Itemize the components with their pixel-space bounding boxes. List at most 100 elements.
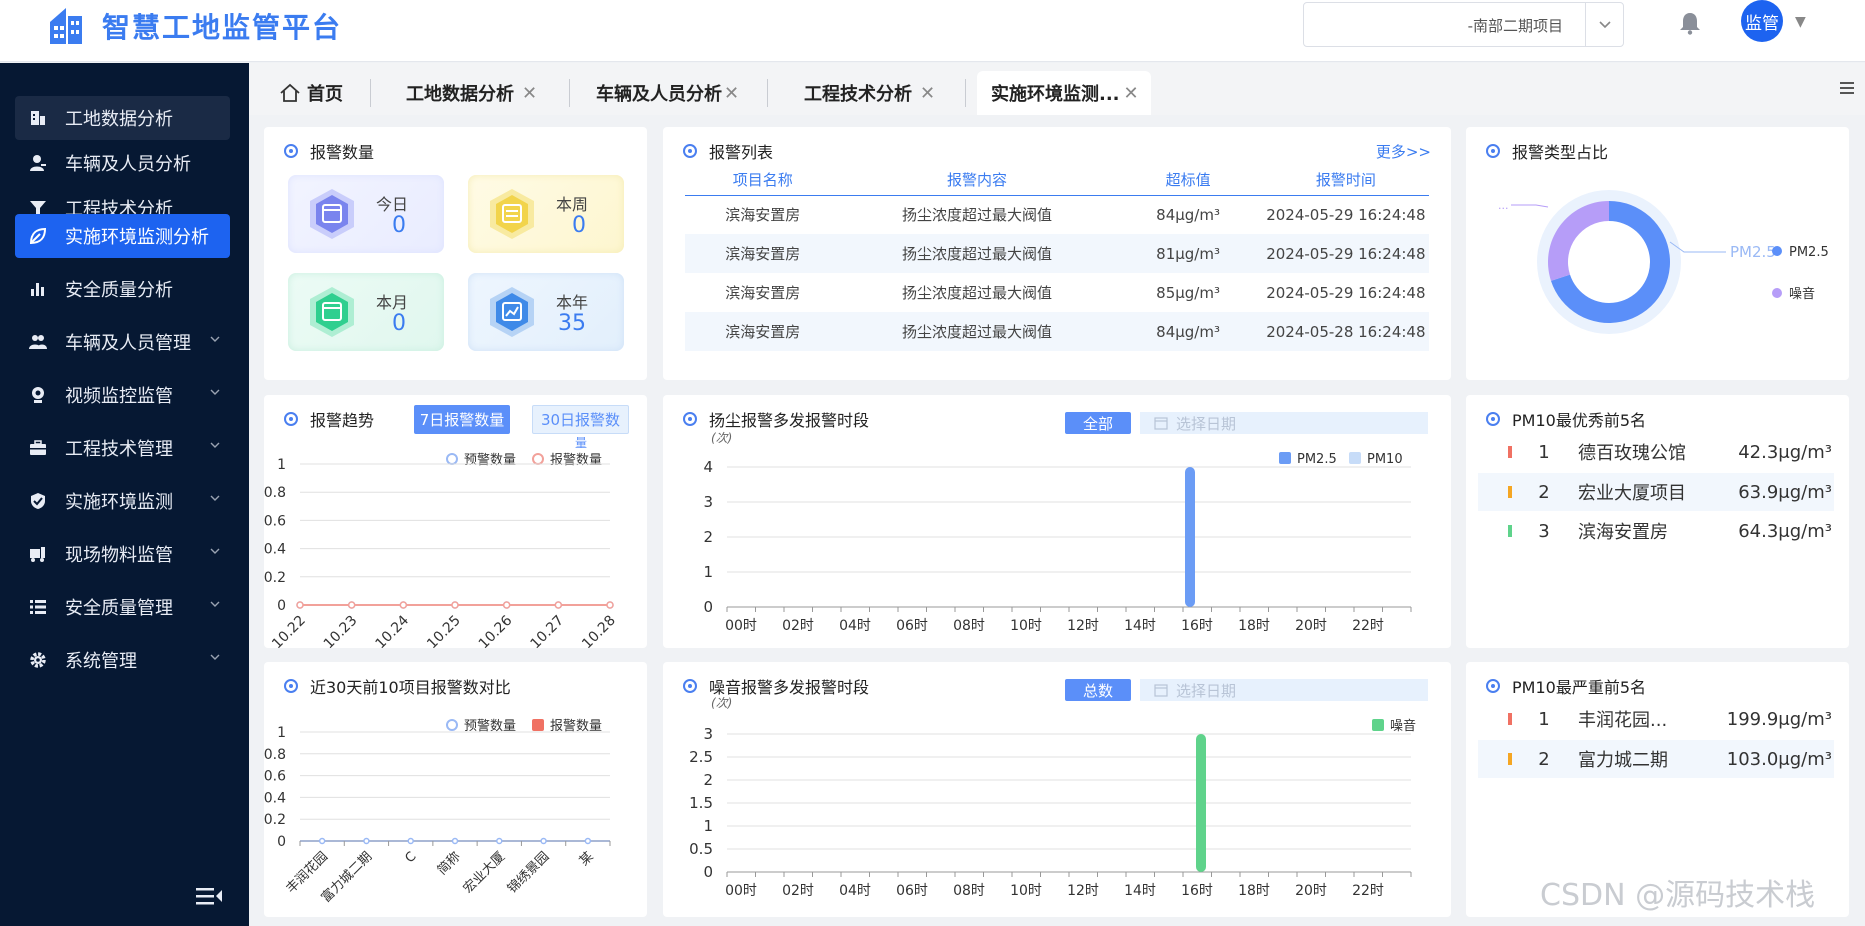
rank-number: 3 (1538, 520, 1550, 542)
card-title: PM10最严重前5名 (1486, 674, 1646, 698)
legend-label: 预警数量 (464, 452, 516, 468)
cell: 84μg/m³ (1113, 312, 1263, 351)
sidebar-item-site-data-analysis[interactable]: 工地数据分析 (15, 96, 230, 140)
legend-marker (1279, 452, 1291, 464)
tab-divider (569, 79, 570, 107)
user-menu-caret-icon[interactable]: ▼ (1795, 14, 1806, 30)
legend-marker (446, 453, 458, 465)
dust-period-card: 扬尘报警多发报警时段 全部 选择日期 (次) PM2.5 PM10 4 3 2 1 0 00时 0… (663, 395, 1451, 648)
data-point (451, 601, 459, 609)
table-row[interactable]: 滨海安置房 扬尘浓度超过最大阀值 85μg/m³ 2024-05-29 16:24:4… (685, 273, 1429, 312)
sidebar-item-safety-quality-management[interactable]: 安全质量管理 (15, 585, 230, 629)
sidebar-item-vehicle-personnel-analysis[interactable]: 车辆及人员分析 (15, 141, 230, 185)
x-tick-label: 20时 (1295, 618, 1327, 634)
card-title-text: PM10最严重前5名 (1512, 678, 1646, 697)
close-icon[interactable]: ✕ (920, 83, 935, 104)
tab-environment-monitoring-analysis[interactable]: 实施环境监测... ✕ (977, 71, 1151, 115)
chevron-down-icon (210, 389, 220, 395)
sidebar: 工地数据分析 车辆及人员分析 工程技术分析 实施环境监测分析 安全质量分析 车辆… (0, 63, 249, 926)
rank-color-bar (1508, 446, 1512, 458)
tab-vehicle-personnel-analysis[interactable]: 车辆及人员分析 ✕ (596, 71, 739, 115)
card-title: 报警数量 (284, 139, 374, 163)
collapse-sidebar-icon[interactable] (194, 885, 224, 907)
gear-icon (27, 649, 49, 671)
table-row[interactable]: 滨海安置房 扬尘浓度超过最大阀值 81μg/m³ 2024-05-29 16:24:4… (685, 234, 1429, 273)
chevron-down-icon (210, 654, 220, 660)
list-item[interactable]: 1 德百玫瑰公馆 42.3μg/m³ (1478, 433, 1834, 471)
x-tick-label: 16时 (1181, 618, 1213, 634)
bell-icon[interactable] (1677, 10, 1703, 36)
cell: 扬尘浓度超过最大阀值 (902, 284, 1053, 302)
target-icon (683, 144, 697, 158)
chevron-down-icon (210, 495, 220, 501)
data-point (606, 601, 614, 609)
stat-label: 本月 (375, 293, 408, 312)
legend-label: PM2.5 (1789, 245, 1829, 260)
sidebar-item-label: 现场物料监管 (65, 545, 173, 566)
sidebar-item-label: 车辆及人员管理 (65, 333, 191, 354)
card-icon (310, 287, 354, 337)
legend-label: 报警数量 (550, 452, 602, 468)
cell: 扬尘浓度超过最大阀值 (840, 234, 1114, 273)
x-tick-label: 06时 (896, 883, 928, 899)
list-item[interactable]: 2 宏业大厦项目 63.9μg/m³ (1478, 473, 1834, 511)
close-icon[interactable]: ✕ (724, 83, 739, 104)
stat-week: 本周 0 (468, 175, 624, 253)
close-icon[interactable]: ✕ (1124, 83, 1139, 104)
y-tick-label: 3 (703, 725, 713, 743)
list-item[interactable]: 3 滨海安置房 64.3μg/m³ (1478, 512, 1834, 550)
more-link[interactable]: 更多>> (1376, 141, 1431, 162)
data-point (502, 601, 511, 609)
stat-value: 35 (558, 311, 586, 336)
sidebar-item-video-monitoring[interactable]: 视频监控监管 (15, 373, 230, 417)
chevron-down-icon (210, 601, 220, 607)
sidebar-item-material-supervision[interactable]: 现场物料监管 (15, 532, 230, 576)
rank-number: 2 (1538, 748, 1550, 770)
y-tick-label: 0.6 (264, 513, 286, 529)
table-row[interactable]: 滨海安置房 扬尘浓度超过最大阀值 84μg/m³ 2024-05-29 16:24:4… (685, 195, 1429, 234)
alarm-table: 项目名称 报警内容 超标值 报警时间 滨海安置房 扬尘浓度超过最大阀值 84μg/m… (685, 165, 1429, 351)
tab-site-data-analysis[interactable]: 工地数据分析 ✕ (406, 71, 537, 115)
sidebar-item-safety-quality-analysis[interactable]: 安全质量分析 (15, 267, 230, 311)
x-tick-label: 02时 (782, 618, 814, 634)
table-row[interactable]: 滨海安置房 扬尘浓度超过最大阀值 84μg/m³ 2024-05-28 16:24:4… (685, 312, 1429, 351)
cell: 81μg/m³ (1113, 234, 1263, 273)
x-tick-label: 锦绣景园 (505, 849, 552, 896)
tab-bar: 首页 工地数据分析 ✕ 车辆及人员分析 ✕ 工程技术分析 ✕ 实施环境监测... ✕ (249, 63, 1865, 115)
list-item[interactable]: 1 丰润花园... 199.9μg/m³ (1478, 700, 1834, 738)
alarm-type-card: 报警类型占比 PM2.5... PM2.5 噪音 (1466, 127, 1849, 380)
sidebar-item-environment-monitoring[interactable]: 实施环境监测 (15, 479, 230, 523)
tab-engineering-analysis[interactable]: 工程技术分析 ✕ (804, 71, 935, 115)
stat-value: 0 (392, 311, 406, 336)
column-header: 报警内容 (840, 165, 1114, 196)
target-icon (1486, 412, 1500, 426)
tab-divider (965, 79, 966, 107)
list-item[interactable]: 2 富力城二期 103.0μg/m³ (1478, 740, 1834, 778)
avatar[interactable]: 监管 (1741, 0, 1783, 42)
legend-marker (532, 453, 544, 465)
sidebar-item-environment-monitoring-analysis[interactable]: 实施环境监测分析 (15, 214, 230, 258)
pm10-value: 42.3μg/m³ (1738, 441, 1832, 463)
data-point (318, 837, 326, 845)
group-icon (27, 331, 49, 353)
rank-number: 2 (1538, 481, 1550, 503)
project-select[interactable]: -南部二期项目 (1303, 2, 1624, 47)
person-icon (27, 152, 49, 174)
alarm-type-donut-chart: PM2.5... PM2.5 噪音 (1498, 190, 1829, 334)
chevron-down-icon[interactable] (1585, 3, 1623, 46)
leaf-icon (27, 225, 49, 247)
y-tick-label: 0 (277, 834, 286, 850)
sidebar-item-engineering-management[interactable]: 工程技术管理 (15, 426, 230, 470)
y-tick-label: 0.2 (264, 570, 286, 586)
sidebar-item-vehicle-personnel-management[interactable]: 车辆及人员管理 (15, 320, 230, 364)
app-logo[interactable]: 智慧工地监管平台 (46, 4, 342, 48)
sidebar-item-system-management[interactable]: 系统管理 (15, 638, 230, 682)
x-tick-label: 10.25 (424, 613, 464, 648)
tab-home[interactable]: 首页 (279, 71, 343, 115)
legend-label: PM10 (1367, 452, 1403, 467)
noise-period-card: 噪音报警多发报警时段 总数 选择日期 (次) 噪音 3 2.5 2 1.5 1 0.5 0 00时… (663, 662, 1451, 917)
close-icon[interactable]: ✕ (522, 83, 537, 104)
card-title-text: PM10最优秀前5名 (1512, 411, 1646, 430)
noise-period-bar-chart: (次) 噪音 3 2.5 2 1.5 1 0.5 0 00时 02时 04时 06时 08时 10时 12时 1… (689, 696, 1416, 899)
more-menu-icon[interactable] (1838, 80, 1856, 96)
